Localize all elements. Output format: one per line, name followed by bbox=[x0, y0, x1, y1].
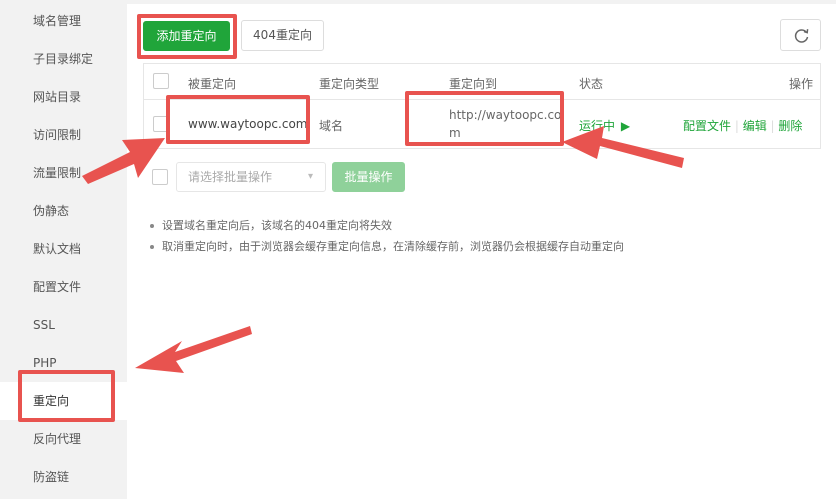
config-file-link[interactable]: 配置文件 bbox=[683, 119, 731, 133]
batch-checkbox[interactable] bbox=[152, 169, 168, 185]
arrow-to-sidebar bbox=[135, 326, 252, 373]
sidebar-item-rewrite[interactable]: 伪静态 bbox=[0, 192, 127, 230]
sidebar-item-subdir[interactable]: 子目录绑定 bbox=[0, 40, 127, 78]
header-type: 重定向类型 bbox=[319, 77, 380, 91]
top-divider bbox=[127, 0, 836, 4]
play-icon: ▶ bbox=[620, 119, 631, 133]
header-source: 被重定向 bbox=[188, 77, 237, 91]
source-domain: www.waytoopc.com bbox=[188, 117, 308, 131]
sidebar-item-config[interactable]: 配置文件 bbox=[0, 268, 127, 306]
row-actions: 配置文件 | 编辑 | 删除 bbox=[683, 117, 802, 134]
redirect-table: 被重定向 重定向类型 重定向到 状态 操作 www.waytoopc.com 域… bbox=[143, 63, 821, 149]
sidebar-item-site-dir[interactable]: 网站目录 bbox=[0, 78, 127, 116]
tips-list: 设置域名重定向后，该域名的404重定向将失效 取消重定向时，由于浏览器会缓存重定… bbox=[148, 215, 624, 257]
redirect-type: 域名 bbox=[319, 119, 344, 133]
batch-select[interactable]: 请选择批量操作 ▾ bbox=[176, 162, 326, 192]
row-checkbox[interactable] bbox=[153, 116, 169, 132]
edit-link[interactable]: 编辑 bbox=[743, 119, 767, 133]
select-all-checkbox[interactable] bbox=[153, 73, 169, 89]
redirect-target-line1: http://waytoopc.co bbox=[449, 108, 562, 122]
table-header: 被重定向 重定向类型 重定向到 状态 操作 bbox=[144, 64, 820, 100]
batch-operation-button[interactable]: 批量操作 bbox=[332, 162, 405, 192]
action-separator: | bbox=[734, 119, 743, 133]
batch-select-placeholder: 请选择批量操作 bbox=[188, 170, 273, 184]
sidebar-item-default-doc[interactable]: 默认文档 bbox=[0, 230, 127, 268]
delete-link[interactable]: 删除 bbox=[778, 119, 802, 133]
header-target: 重定向到 bbox=[449, 77, 498, 91]
table-row: www.waytoopc.com 域名 http://waytoopc.co m… bbox=[144, 100, 820, 149]
refresh-icon bbox=[794, 29, 809, 43]
tip-item: 设置域名重定向后，该域名的404重定向将失效 bbox=[148, 215, 624, 236]
sidebar-item-traffic-limit[interactable]: 流量限制 bbox=[0, 154, 127, 192]
header-actions: 操作 bbox=[789, 77, 814, 91]
redirect-target-line2: m bbox=[449, 126, 461, 140]
chevron-down-icon: ▾ bbox=[307, 171, 313, 182]
header-status: 状态 bbox=[579, 77, 604, 91]
sidebar-item-php[interactable]: PHP bbox=[0, 344, 127, 382]
sidebar-item-access-limit[interactable]: 访问限制 bbox=[0, 116, 127, 154]
status-text: 运行中 bbox=[579, 119, 616, 133]
add-redirect-button[interactable]: 添加重定向 bbox=[143, 21, 230, 51]
tip-item: 取消重定向时，由于浏览器会缓存重定向信息，在清除缓存前，浏览器仍会根据缓存自动重… bbox=[148, 236, 624, 257]
sidebar: 域名管理 子目录绑定 网站目录 访问限制 流量限制 伪静态 默认文档 配置文件 … bbox=[0, 0, 127, 499]
sidebar-item-ssl[interactable]: SSL bbox=[0, 306, 127, 344]
sidebar-item-redirect[interactable]: 重定向 bbox=[0, 382, 127, 420]
status-running[interactable]: 运行中 ▶ bbox=[579, 117, 630, 134]
redirect-404-button[interactable]: 404重定向 bbox=[241, 20, 324, 51]
sidebar-item-reverse-proxy[interactable]: 反向代理 bbox=[0, 420, 127, 458]
refresh-button[interactable] bbox=[780, 19, 821, 51]
sidebar-item-domain[interactable]: 域名管理 bbox=[0, 2, 127, 40]
sidebar-item-hotlink[interactable]: 防盗链 bbox=[0, 458, 127, 496]
